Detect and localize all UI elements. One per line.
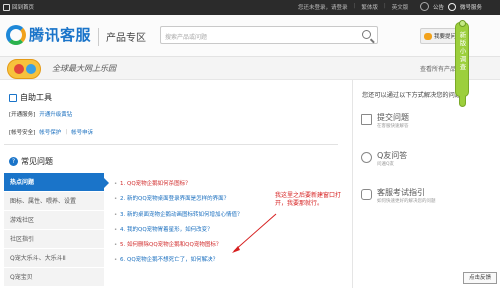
block-desc: 问遍Q友 bbox=[377, 162, 395, 167]
block-desc: 如何快速更好的解决您的问题 bbox=[377, 199, 436, 204]
block-title[interactable]: 客服考试指引 bbox=[377, 187, 425, 198]
block-title[interactable]: Q友问答 bbox=[377, 150, 407, 161]
sticker-tail bbox=[459, 96, 466, 107]
chat-icon bbox=[361, 152, 372, 163]
pin-icon bbox=[459, 20, 466, 27]
help-panel-title: 您还可以通过以下方式解决您的问题 bbox=[362, 92, 461, 99]
document-icon bbox=[361, 114, 372, 125]
guide-icon bbox=[361, 189, 372, 200]
help-panel: 您还可以通过以下方式解决您的问题 提交问题 在客服快速解答 Q友问答 问遍Q友 … bbox=[352, 80, 500, 288]
feedback-tooltip[interactable]: 点击反馈 bbox=[463, 272, 497, 284]
survey-label: 新版小调查 bbox=[459, 31, 467, 71]
block-title[interactable]: 提交问题 bbox=[377, 112, 409, 123]
survey-sticker[interactable]: 新版小调查 bbox=[455, 20, 469, 107]
arrow-line bbox=[233, 213, 277, 252]
block-desc: 在客服快速解答 bbox=[377, 124, 409, 129]
